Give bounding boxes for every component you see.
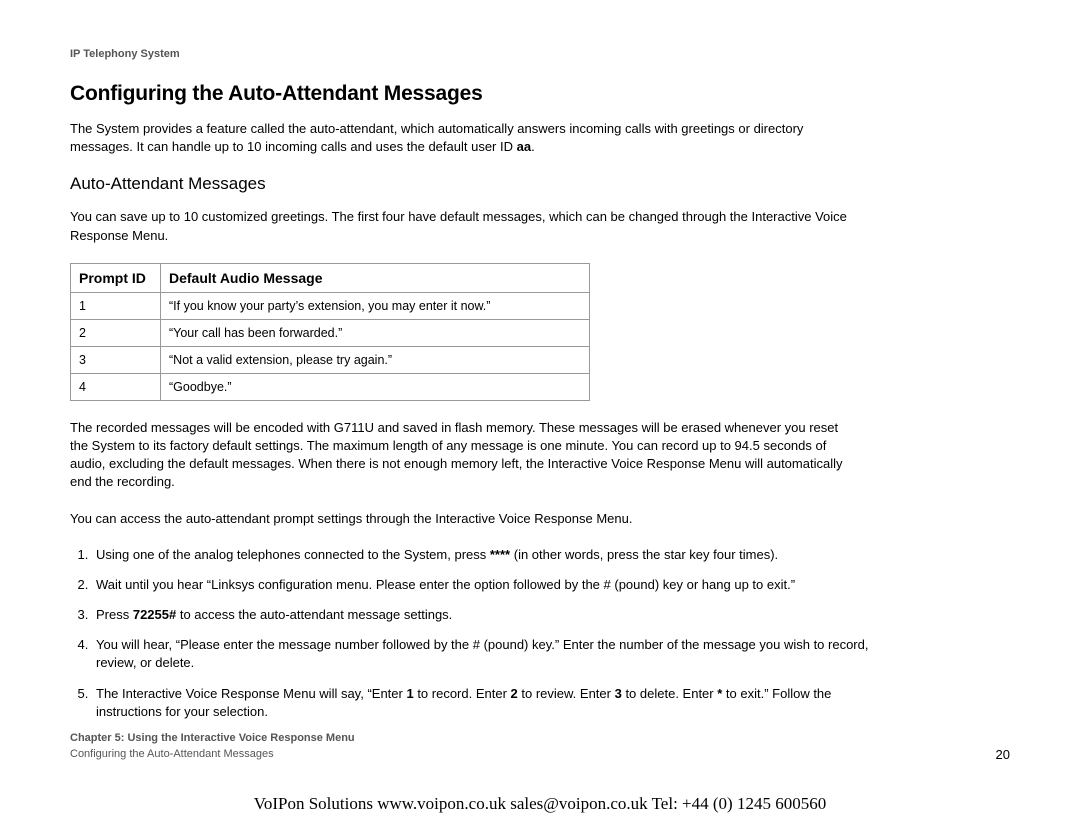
- access-paragraph: You can access the auto-attendant prompt…: [70, 510, 850, 528]
- step1-a: Using one of the analog telephones conne…: [96, 547, 490, 562]
- subsection-heading: Auto-Attendant Messages: [70, 174, 1010, 194]
- th-default-msg: Default Audio Message: [161, 263, 590, 292]
- table-row: 1 “If you know your party’s extension, y…: [71, 292, 590, 319]
- step3-a: Press: [96, 607, 133, 622]
- list-item: Using one of the analog telephones conne…: [92, 546, 872, 564]
- page-footer: Chapter 5: Using the Interactive Voice R…: [70, 731, 1010, 762]
- cell-id: 2: [71, 319, 161, 346]
- step5-c: to record. Enter: [414, 686, 511, 701]
- doc-header-label: IP Telephony System: [70, 48, 1010, 60]
- step5-a: The Interactive Voice Response Menu will…: [96, 686, 406, 701]
- list-item: Press 72255# to access the auto-attendan…: [92, 606, 872, 624]
- step1-stars: ****: [490, 547, 510, 562]
- step3-c: to access the auto-attendant message set…: [176, 607, 452, 622]
- step5-g: to delete. Enter: [622, 686, 717, 701]
- footer-left: Chapter 5: Using the Interactive Voice R…: [70, 731, 355, 762]
- step5-3: 3: [615, 686, 622, 701]
- cell-id: 3: [71, 346, 161, 373]
- table-row: 2 “Your call has been forwarded.”: [71, 319, 590, 346]
- step1-c: (in other words, press the star key four…: [510, 547, 778, 562]
- step3-code: 72255#: [133, 607, 176, 622]
- save-paragraph: You can save up to 10 customized greetin…: [70, 208, 850, 244]
- cell-msg: “Not a valid extension, please try again…: [161, 346, 590, 373]
- intro-text-1: The System provides a feature called the…: [70, 121, 803, 154]
- intro-paragraph: The System provides a feature called the…: [70, 120, 850, 156]
- cell-msg: “If you know your party’s extension, you…: [161, 292, 590, 319]
- intro-text-2: .: [531, 139, 535, 154]
- intro-bold-aa: aa: [517, 139, 531, 154]
- list-item: The Interactive Voice Response Menu will…: [92, 685, 872, 721]
- steps-list: Using one of the analog telephones conne…: [92, 546, 872, 721]
- page-number: 20: [996, 747, 1010, 762]
- prompts-table: Prompt ID Default Audio Message 1 “If yo…: [70, 263, 590, 401]
- cell-msg: “Goodbye.”: [161, 373, 590, 400]
- cell-id: 1: [71, 292, 161, 319]
- list-item: Wait until you hear “Linksys configurati…: [92, 576, 872, 594]
- th-prompt-id: Prompt ID: [71, 263, 161, 292]
- footer-section: Configuring the Auto-Attendant Messages: [70, 747, 355, 762]
- footer-chapter: Chapter 5: Using the Interactive Voice R…: [70, 731, 355, 746]
- table-row: 3 “Not a valid extension, please try aga…: [71, 346, 590, 373]
- cell-msg: “Your call has been forwarded.”: [161, 319, 590, 346]
- list-item: You will hear, “Please enter the message…: [92, 636, 872, 672]
- step5-1: 1: [406, 686, 413, 701]
- step5-e: to review. Enter: [518, 686, 615, 701]
- table-row: 4 “Goodbye.”: [71, 373, 590, 400]
- cell-id: 4: [71, 373, 161, 400]
- page-content: IP Telephony System Configuring the Auto…: [0, 0, 1080, 721]
- section-title: Configuring the Auto-Attendant Messages: [70, 82, 1010, 106]
- step5-2: 2: [511, 686, 518, 701]
- encoded-paragraph: The recorded messages will be encoded wi…: [70, 419, 850, 492]
- bottom-contact-bar: VoIPon Solutions www.voipon.co.uk sales@…: [0, 794, 1080, 814]
- table-header-row: Prompt ID Default Audio Message: [71, 263, 590, 292]
